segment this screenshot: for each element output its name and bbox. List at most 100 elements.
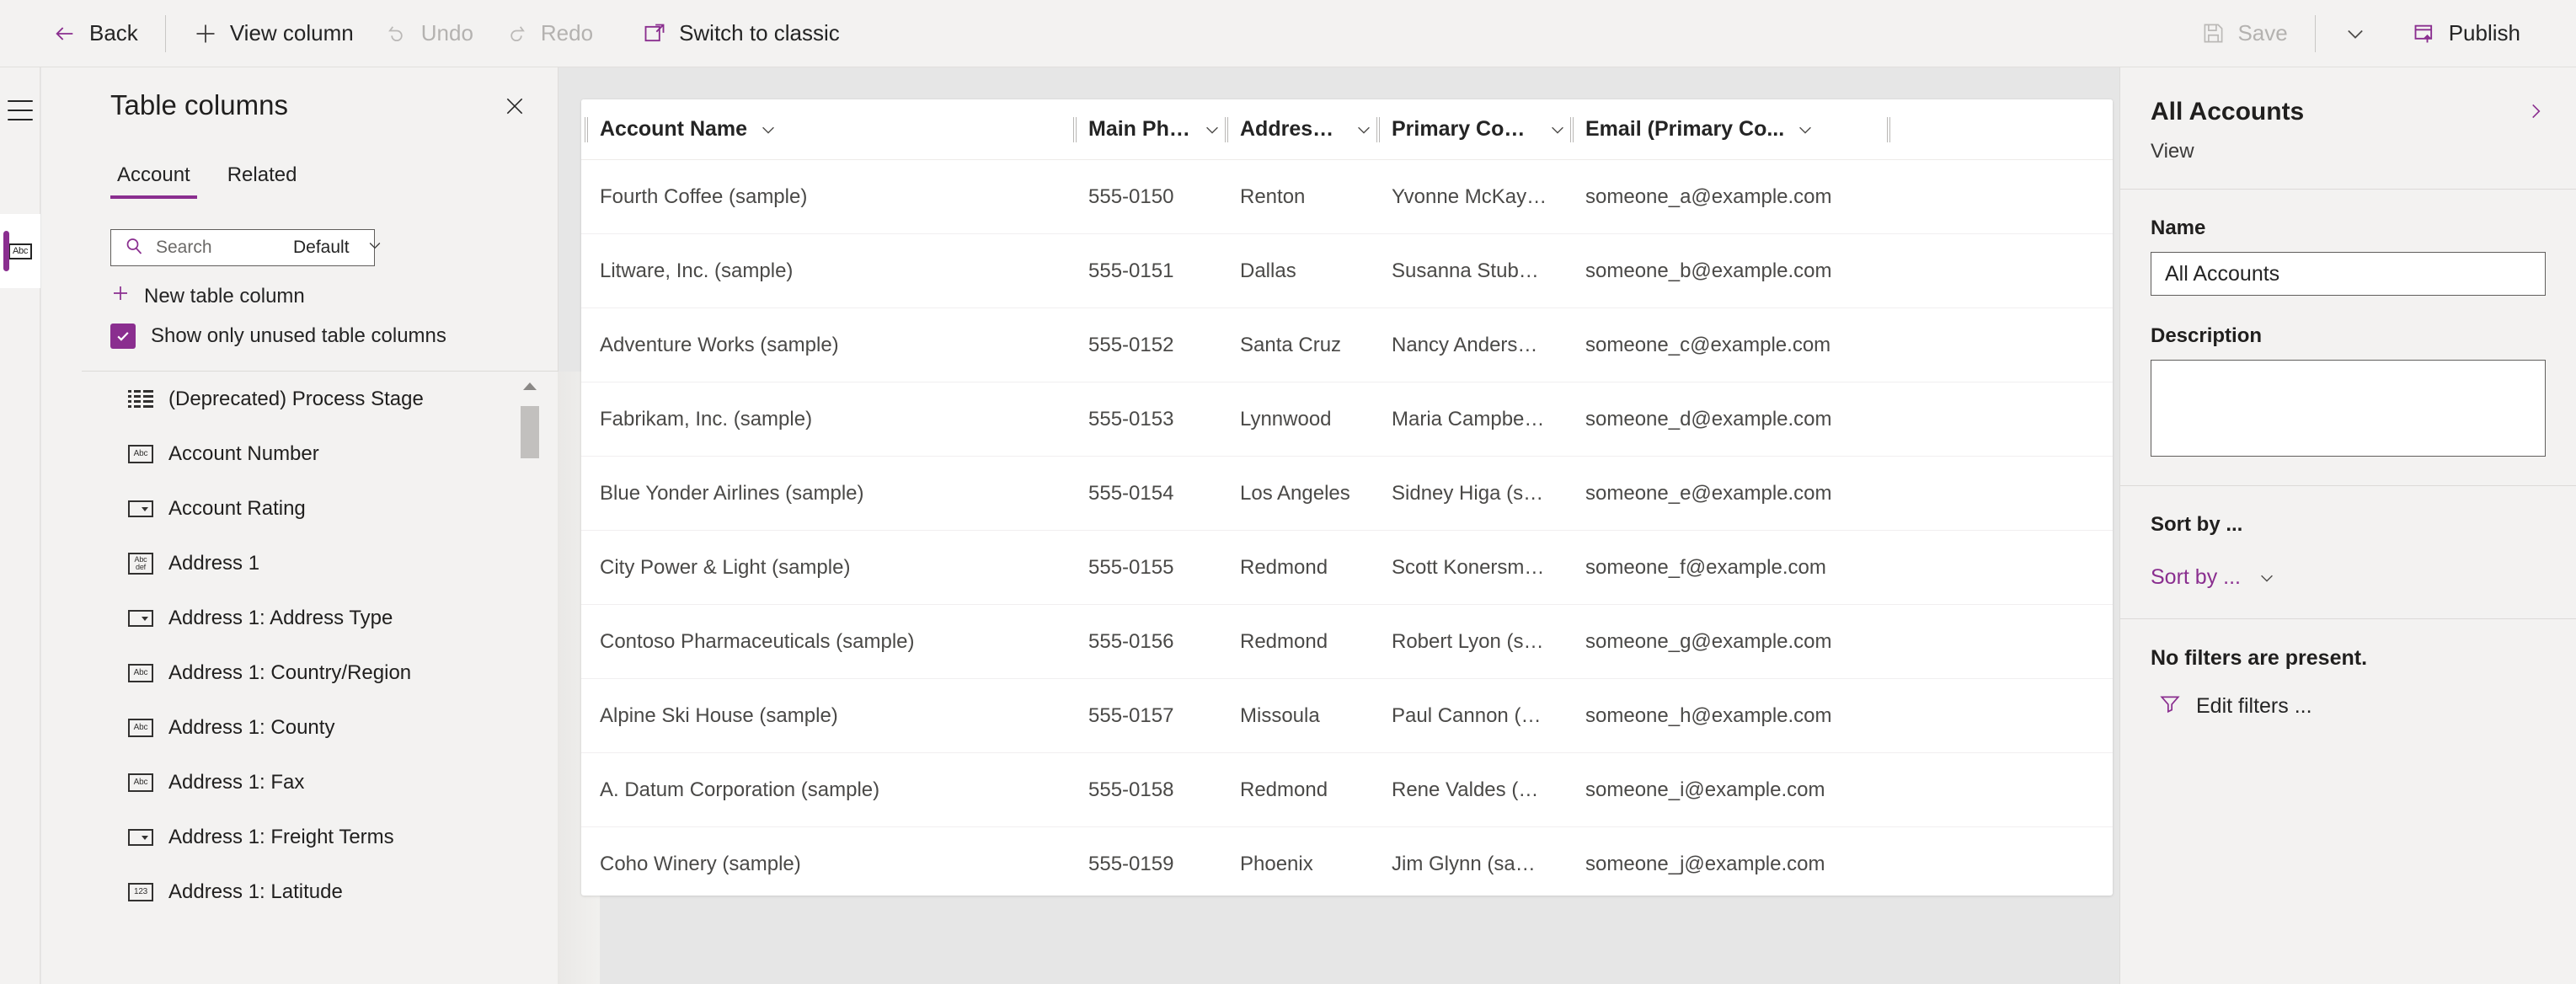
switch-to-classic-button[interactable]: Switch to classic — [627, 9, 855, 58]
column-grip-icon[interactable] — [1887, 116, 1890, 142]
table-row[interactable]: A. Datum Corporation (sample) 555-0158 Red… — [581, 753, 2113, 827]
view-column-label: View column — [229, 20, 354, 45]
column-grip-icon[interactable] — [1225, 116, 1228, 142]
grid-cell: 555-0151 — [1088, 259, 1174, 282]
grid-cell: someone_h@example.com — [1585, 703, 1832, 727]
undo-icon — [384, 21, 409, 46]
grid-cell: Sidney Higa (sample) — [1392, 481, 1567, 505]
table-row[interactable]: Litware, Inc. (sample) 555-0151 Dallas Susa… — [581, 234, 2113, 308]
redo-button[interactable]: Redo — [489, 9, 608, 58]
name-input[interactable] — [2151, 252, 2546, 296]
column-grip-icon[interactable] — [1570, 116, 1574, 142]
grid-column-header[interactable]: Email (Primary Co... — [1567, 99, 1870, 160]
abc-icon: Abc — [8, 243, 32, 259]
new-table-column-button[interactable]: New table column — [110, 283, 305, 309]
table-row[interactable]: Adventure Works (sample) 555-0152 Santa Cr… — [581, 308, 2113, 382]
table-row[interactable]: Coho Winery (sample) 555-0159 Phoenix Jim G… — [581, 827, 2113, 896]
command-bar-right: Save Publish — [2185, 9, 2576, 58]
panel-title: Table columns — [110, 89, 288, 120]
sort-section: Sort by ... Sort by ... — [2120, 486, 2576, 619]
sort-by-dropdown[interactable]: Sort by ... — [2151, 565, 2276, 590]
table-column-item[interactable]: Abc def Address 1 — [82, 536, 558, 591]
view-subtitle: View — [2151, 140, 2194, 163]
table-column-item[interactable]: Abc Account Number — [82, 426, 558, 481]
column-grip-icon[interactable] — [585, 116, 588, 142]
grid-cell: Fourth Coffee (sample) — [600, 184, 808, 208]
grid-cell: someone_j@example.com — [1585, 852, 1825, 875]
table-column-item[interactable]: Abc Address 1: County — [82, 700, 558, 755]
undo-button[interactable]: Undo — [369, 9, 489, 58]
filter-icon — [2159, 693, 2181, 720]
grid-cell: someone_d@example.com — [1585, 407, 1832, 430]
panel-tabs: Account Related — [110, 160, 303, 199]
table-column-item[interactable]: Account Rating — [82, 481, 558, 536]
chevron-down-icon[interactable] — [759, 120, 778, 139]
column-grip-end[interactable] — [1870, 99, 1904, 160]
table-column-item[interactable]: Address 1: Freight Terms — [82, 810, 558, 864]
chevron-down-icon[interactable] — [1548, 120, 1567, 139]
scrollbar-thumb[interactable] — [521, 406, 539, 458]
chevron-down-icon[interactable] — [1203, 120, 1221, 139]
table-row[interactable]: Contoso Pharmaceuticals (sample) 555-0156… — [581, 605, 2113, 679]
close-icon[interactable] — [499, 90, 531, 122]
table-column-item[interactable]: 123 Address 1: Latitude — [82, 864, 558, 919]
view-column-button[interactable]: View column — [178, 9, 369, 58]
grid-cell: Jim Glynn (sample) — [1392, 852, 1566, 875]
table-column-label: Address 1: Latitude — [168, 880, 343, 903]
table-column-item[interactable]: Address 1: Address Type — [82, 591, 558, 645]
table-row[interactable]: City Power & Light (sample) 555-0155 Redmo… — [581, 531, 2113, 605]
save-button[interactable]: Save — [2185, 9, 2302, 58]
tab-account[interactable]: Account — [110, 160, 197, 199]
search-input[interactable] — [154, 237, 281, 259]
table-column-item[interactable]: Abc Address 1: Fax — [82, 755, 558, 810]
grid-column-header[interactable]: Primary Contact — [1373, 99, 1567, 160]
table-row[interactable]: Fabrikam, Inc. (sample) 555-0153 Lynnwood M… — [581, 382, 2113, 457]
arrow-left-icon — [52, 21, 77, 46]
scroll-up-arrow-icon[interactable] — [523, 382, 537, 390]
show-unused-checkbox[interactable]: Show only unused table columns — [110, 324, 446, 349]
grid-cell: 555-0152 — [1088, 333, 1174, 356]
grid-cell: 555-0159 — [1088, 852, 1174, 875]
table-row[interactable]: Alpine Ski House (sample) 555-0157 Missoul… — [581, 679, 2113, 753]
grid-body: Fourth Coffee (sample) 555-0150 Renton Yvon… — [581, 160, 2113, 896]
back-button[interactable]: Back — [37, 9, 153, 58]
edit-filters-button[interactable]: Edit filters ... — [2151, 693, 2312, 720]
list-scrollbar[interactable] — [521, 382, 539, 972]
table-column-label: Address 1: Freight Terms — [168, 825, 394, 848]
edit-filters-label: Edit filters ... — [2196, 694, 2312, 718]
search-filter-dropdown[interactable]: Default — [281, 230, 394, 265]
description-textarea[interactable] — [2151, 360, 2546, 457]
view-title: All Accounts — [2151, 98, 2305, 126]
chevron-right-icon[interactable] — [2520, 96, 2551, 126]
table-row[interactable]: Blue Yonder Airlines (sample) 555-0154 Los… — [581, 457, 2113, 531]
grid-cell: Adventure Works (sample) — [600, 333, 839, 356]
table-column-item[interactable]: (Deprecated) Process Stage — [82, 372, 558, 426]
column-grip-icon[interactable] — [1376, 116, 1380, 142]
grid-cell: Susanna Stubberod (samp... — [1392, 259, 1567, 282]
grid-cell: someone_e@example.com — [1585, 481, 1832, 505]
redo-icon — [504, 21, 529, 46]
filters-section: No filters are present. Edit filters ... — [2120, 619, 2576, 749]
tab-related[interactable]: Related — [221, 160, 304, 199]
grid-column-header[interactable]: Main Phone — [1070, 99, 1221, 160]
chevron-down-icon[interactable] — [1355, 120, 1373, 139]
grid-cell: Phoenix — [1240, 852, 1313, 875]
undo-label: Undo — [420, 20, 473, 45]
chevron-down-icon — [2343, 21, 2368, 46]
hamburger-icon[interactable] — [8, 100, 33, 120]
grid-column-header[interactable]: Address 1: ... — [1221, 99, 1373, 160]
column-grip-icon[interactable] — [1073, 116, 1077, 142]
table-column-item[interactable]: Abc Address 1: Country/Region — [82, 645, 558, 700]
save-options-dropdown[interactable] — [2327, 9, 2383, 58]
chevron-down-icon[interactable] — [1796, 120, 1814, 139]
grid-cell: Redmond — [1240, 629, 1328, 653]
grid-cell: 555-0156 — [1088, 629, 1174, 653]
publish-icon — [2412, 21, 2437, 46]
table-columns-list[interactable]: (Deprecated) Process Stage Abc Account Num… — [82, 372, 558, 984]
table-row[interactable]: Fourth Coffee (sample) 555-0150 Renton Yvon… — [581, 160, 2113, 234]
chevron-down-icon — [2258, 569, 2276, 587]
grid-column-header[interactable]: Account Name — [581, 99, 1070, 160]
publish-button[interactable]: Publish — [2397, 9, 2536, 58]
rail-item-table[interactable]: Abc — [0, 214, 40, 288]
